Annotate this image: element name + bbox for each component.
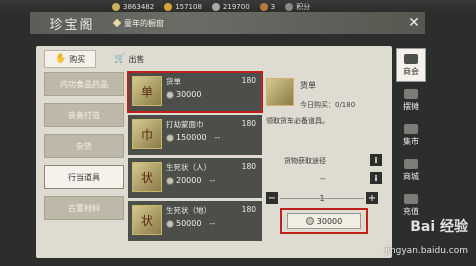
- currency-token: 3: [259, 3, 275, 11]
- watermark-url: jingyan.baidu.com: [384, 246, 468, 256]
- coin-icon: [166, 176, 174, 185]
- item-quantity: 180: [241, 205, 256, 214]
- coin-icon: [164, 3, 173, 11]
- item-name: 货单: [166, 77, 181, 86]
- buy-button[interactable]: 30000: [280, 208, 368, 234]
- mall-icon: [404, 158, 418, 169]
- stall-icon: [404, 88, 418, 99]
- token-icon: [259, 3, 268, 11]
- nav-market[interactable]: 集市: [396, 118, 426, 152]
- list-item[interactable]: 状 生死状（地） 180 50000 --: [128, 201, 262, 241]
- ingot-icon: [112, 3, 120, 11]
- breadcrumb-label: 童年的橱窗: [124, 18, 164, 28]
- diamond-icon: [112, 18, 122, 28]
- nav-stall[interactable]: 摆摊: [396, 83, 426, 117]
- list-item[interactable]: 状 生死状（人） 180 20000 --: [128, 158, 262, 198]
- item-thumbnail: 状: [132, 162, 162, 192]
- item-detail: 货单 今日购买：0/180 领取货车必备道具。 货物获取途径 i -- i − …: [266, 74, 392, 258]
- item-price: 20000 --: [166, 176, 215, 185]
- source-info-button[interactable]: i: [370, 154, 382, 166]
- item-list: 单 货单 180 30000 巾 打劫蒙面巾 180 150000 -- 状 生死…: [127, 71, 263, 244]
- category-item-selected[interactable]: 行当道具: [44, 165, 124, 189]
- shop-icon: [404, 53, 418, 64]
- coin-icon: [166, 219, 174, 228]
- item-quantity: 180: [241, 76, 256, 85]
- category-item[interactable]: 内功食品药品: [44, 72, 124, 96]
- decrease-button[interactable]: −: [266, 192, 278, 204]
- watermark: Bai 经验: [410, 219, 468, 235]
- quantity-info-button[interactable]: i: [370, 172, 382, 184]
- item-thumbnail: 状: [132, 205, 162, 235]
- currency-silver: 219700: [211, 3, 250, 11]
- item-thumbnail: 巾: [132, 119, 162, 149]
- coin-icon: [166, 133, 174, 142]
- detail-thumbnail: [266, 78, 294, 106]
- detail-name: 货单: [300, 81, 316, 90]
- page-title: 珍宝阁: [49, 17, 95, 33]
- recharge-icon: [404, 193, 418, 204]
- buy-price: 30000: [316, 216, 343, 226]
- coin-icon: [305, 217, 314, 225]
- stepper-track: [280, 198, 364, 199]
- category-item[interactable]: 装备打造: [44, 103, 124, 127]
- tab-sell[interactable]: 🛒 出售: [104, 50, 154, 68]
- cart-icon: 🛒: [114, 54, 126, 64]
- close-button[interactable]: ✕: [403, 12, 425, 34]
- item-quantity: 180: [241, 119, 256, 128]
- list-item[interactable]: 单 货单 180 30000: [127, 71, 263, 113]
- currency-ingot: 3863482: [112, 3, 154, 11]
- item-name: 生死状（地）: [166, 206, 211, 215]
- tab-buy[interactable]: ✋ 购买: [44, 50, 97, 68]
- currency-points: 积分: [285, 2, 310, 12]
- item-price: 150000 --: [166, 133, 220, 142]
- buy-button-inner: 30000: [287, 213, 361, 229]
- window-header: 珍宝阁 童年的橱窗 ✕: [30, 12, 425, 34]
- source-value: --: [320, 174, 326, 183]
- daily-purchase-count: 今日购买：0/180: [300, 101, 356, 109]
- item-name: 生死状（人）: [166, 163, 211, 172]
- points-icon: [285, 3, 294, 11]
- category-item[interactable]: 杂货: [44, 134, 124, 158]
- coin-icon: [166, 90, 174, 99]
- source-label: 货物获取途径: [284, 157, 326, 165]
- item-name: 打劫蒙面巾: [166, 120, 204, 129]
- item-description: 领取货车必备道具。: [266, 117, 329, 125]
- item-price: 30000: [166, 90, 201, 99]
- nav-shop[interactable]: 商会: [396, 48, 426, 82]
- quantity-stepper[interactable]: − 1 +: [266, 192, 378, 204]
- category-list: 内功食品药品 装备打造 杂货 行当道具 古董材料: [44, 72, 124, 227]
- market-icon: [404, 123, 418, 134]
- item-price: 50000 --: [166, 219, 215, 228]
- item-quantity: 180: [241, 162, 256, 171]
- list-item[interactable]: 巾 打劫蒙面巾 180 150000 --: [128, 115, 262, 155]
- category-item[interactable]: 古董材料: [44, 196, 124, 220]
- hand-icon: ✋: [55, 54, 67, 64]
- silver-icon: [211, 3, 220, 11]
- currency-coin: 157108: [164, 3, 202, 11]
- breadcrumb: 童年的橱窗: [112, 18, 164, 29]
- item-thumbnail: 单: [132, 76, 162, 106]
- trade-tabs: ✋ 购买 🛒 出售: [44, 50, 344, 68]
- nav-mall[interactable]: 商城: [396, 153, 426, 187]
- increase-button[interactable]: +: [366, 192, 378, 204]
- right-navigation: 商会 摆摊 集市 商城 充值: [396, 48, 426, 223]
